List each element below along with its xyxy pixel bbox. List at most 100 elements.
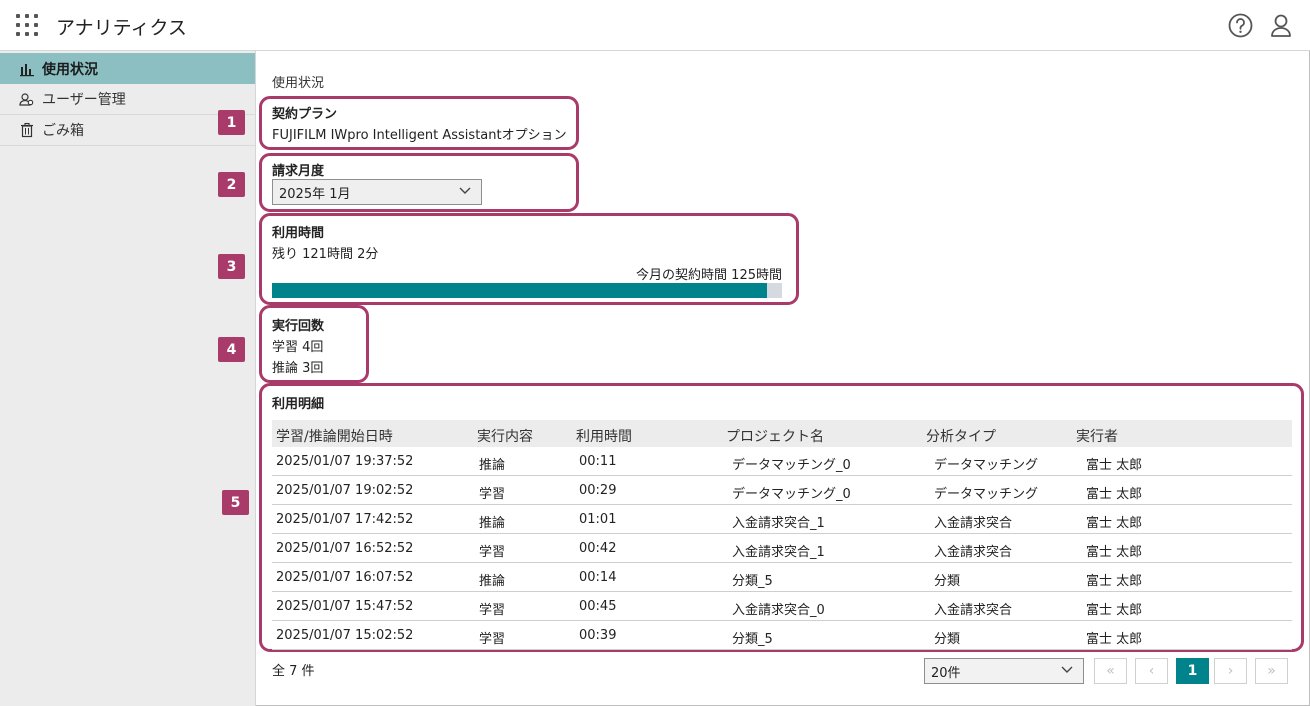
- cell-execution-type: 推論: [479, 574, 506, 589]
- usage-remaining: 残り 121時間 2分: [272, 247, 379, 262]
- cell-execution-type: 推論: [479, 516, 506, 531]
- billing-month-select[interactable]: 2025年 1月: [272, 179, 482, 205]
- next-page-button[interactable]: ›: [1214, 658, 1247, 684]
- breadcrumb: 使用状況: [272, 76, 325, 91]
- sidebar-item-usage[interactable]: 使用状況: [0, 53, 255, 84]
- cell-execution-type: 推論: [479, 458, 506, 473]
- cell-usage-time: 00:14: [579, 570, 617, 585]
- cell-executor: 富士 太郎: [1086, 603, 1143, 618]
- last-page-button[interactable]: »: [1255, 658, 1288, 684]
- cell-start-time: 2025/01/07 19:37:52: [276, 454, 414, 469]
- run-count-title: 実行回数: [272, 319, 325, 334]
- current-page-button[interactable]: 1: [1176, 658, 1209, 684]
- sidebar: 使用状況 ユーザー管理 ごみ箱: [0, 51, 256, 706]
- column-header-analysis-type[interactable]: 分析タイプ: [926, 426, 996, 446]
- cell-project-name: 分類_5: [732, 632, 773, 647]
- table-row[interactable]: 2025/01/07 15:47:52 学習 00:45 入金請求突合_0 入金請求突合…: [272, 592, 1292, 621]
- bar-chart-icon: [20, 63, 34, 76]
- cell-usage-time: 00:39: [579, 628, 617, 643]
- cell-analysis-type: 分類: [934, 632, 961, 647]
- cell-executor: 富士 太郎: [1086, 516, 1143, 531]
- cell-executor: 富士 太郎: [1086, 458, 1143, 473]
- annotation-badge-5: 5: [222, 490, 249, 515]
- billing-month-value: 2025年 1月: [279, 186, 351, 202]
- column-header-execution-type[interactable]: 実行内容: [477, 426, 533, 446]
- previous-page-button[interactable]: ‹: [1135, 658, 1168, 684]
- cell-usage-time: 00:45: [579, 599, 617, 614]
- run-count-training: 学習 4回: [272, 340, 324, 355]
- cell-analysis-type: 入金請求突合: [934, 603, 1013, 618]
- table-header: 学習/推論開始日時 実行内容 利用時間 プロジェクト名 分析タイプ 実行者: [272, 420, 1292, 447]
- cell-analysis-type: 入金請求突合: [934, 516, 1013, 531]
- cell-execution-type: 学習: [479, 632, 506, 647]
- table-row[interactable]: 2025/01/07 19:02:52 学習 00:29 データマッチング_0 データマ…: [272, 476, 1292, 505]
- cell-usage-time: 01:01: [579, 512, 617, 527]
- sidebar-item-label: ユーザー管理: [42, 92, 126, 108]
- cell-analysis-type: データマッチング: [934, 487, 1039, 502]
- run-count-inference: 推論 3回: [272, 361, 324, 376]
- cell-project-name: 分類_5: [732, 574, 773, 589]
- annotation-badge-1: 1: [218, 110, 245, 135]
- cell-analysis-type: データマッチング: [934, 458, 1039, 473]
- cell-executor: 富士 太郎: [1086, 632, 1143, 647]
- cell-usage-time: 00:29: [579, 483, 617, 498]
- cell-executor: 富士 太郎: [1086, 487, 1143, 502]
- chevron-down-icon: [459, 187, 471, 194]
- app-launcher-icon[interactable]: [16, 14, 38, 36]
- table-row[interactable]: 2025/01/07 17:42:52 推論 01:01 入金請求突合_1 入金請求突合…: [272, 505, 1292, 534]
- page-size-select[interactable]: 20件: [924, 658, 1084, 684]
- chevron-down-icon: [1061, 666, 1073, 673]
- cell-execution-type: 学習: [479, 603, 506, 618]
- cell-analysis-type: 分類: [934, 574, 961, 589]
- annotation-badge-2: 2: [218, 172, 245, 197]
- users-icon: [19, 93, 34, 106]
- cell-execution-type: 学習: [479, 545, 506, 560]
- billing-month-title: 請求月度: [272, 164, 325, 179]
- plan-title: 契約プラン: [272, 107, 338, 122]
- cell-start-time: 2025/01/07 19:02:52: [276, 483, 414, 498]
- cell-project-name: データマッチング_0: [732, 487, 851, 502]
- cell-project-name: 入金請求突合_1: [732, 516, 825, 531]
- cell-project-name: 入金請求突合_0: [732, 603, 825, 618]
- cell-start-time: 2025/01/07 15:47:52: [276, 599, 414, 614]
- sidebar-item-user-management[interactable]: ユーザー管理: [0, 84, 255, 115]
- cell-executor: 富士 太郎: [1086, 574, 1143, 589]
- annotation-badge-3: 3: [218, 254, 245, 279]
- table-row[interactable]: 2025/01/07 19:37:52 推論 00:11 データマッチング_0 データマ…: [272, 447, 1292, 476]
- usage-progress-fill: [272, 283, 767, 298]
- column-header-start-time[interactable]: 学習/推論開始日時: [276, 426, 393, 446]
- sidebar-item-trash[interactable]: ごみ箱: [0, 115, 255, 146]
- plan-value: FUJIFILM IWpro Intelligent Assistantオプショ…: [272, 128, 567, 143]
- sidebar-item-label: 使用状況: [42, 61, 98, 78]
- cell-start-time: 2025/01/07 17:42:52: [276, 512, 414, 527]
- table-row[interactable]: 2025/01/07 16:07:52 推論 00:14 分類_5 分類 富士 太郎: [272, 563, 1292, 592]
- page-size-value: 20件: [931, 665, 961, 681]
- cell-project-name: 入金請求突合_1: [732, 545, 825, 560]
- usage-details-title: 利用明細: [272, 397, 325, 412]
- cell-start-time: 2025/01/07 15:02:52: [276, 628, 414, 643]
- table-row[interactable]: 2025/01/07 15:02:52 学習 00:39 分類_5 分類 富士 太郎: [272, 621, 1292, 650]
- cell-execution-type: 学習: [479, 487, 506, 502]
- cell-executor: 富士 太郎: [1086, 545, 1143, 560]
- total-count: 全 7 件: [272, 664, 315, 679]
- cell-usage-time: 00:11: [579, 454, 617, 469]
- app-header: アナリティクス: [0, 0, 1310, 51]
- cell-start-time: 2025/01/07 16:52:52: [276, 541, 414, 556]
- cell-project-name: データマッチング_0: [732, 458, 851, 473]
- column-header-executor[interactable]: 実行者: [1076, 426, 1118, 446]
- column-header-usage-time[interactable]: 利用時間: [576, 426, 632, 446]
- annotation-badge-4: 4: [218, 337, 245, 362]
- user-account-icon[interactable]: [1270, 13, 1292, 38]
- app-title: アナリティクス: [56, 17, 187, 39]
- cell-usage-time: 00:42: [579, 541, 617, 556]
- first-page-button[interactable]: «: [1094, 658, 1127, 684]
- column-header-project-name[interactable]: プロジェクト名: [726, 426, 824, 446]
- table-row[interactable]: 2025/01/07 16:52:52 学習 00:42 入金請求突合_1 入金請求突合…: [272, 534, 1292, 563]
- sidebar-item-label: ごみ箱: [42, 123, 84, 139]
- cell-analysis-type: 入金請求突合: [934, 545, 1013, 560]
- help-icon[interactable]: [1228, 13, 1253, 38]
- usage-progress-bar: [272, 283, 782, 298]
- usage-contract-hours: 今月の契約時間 125時間: [636, 268, 782, 283]
- cell-start-time: 2025/01/07 16:07:52: [276, 570, 414, 585]
- usage-time-title: 利用時間: [272, 226, 325, 241]
